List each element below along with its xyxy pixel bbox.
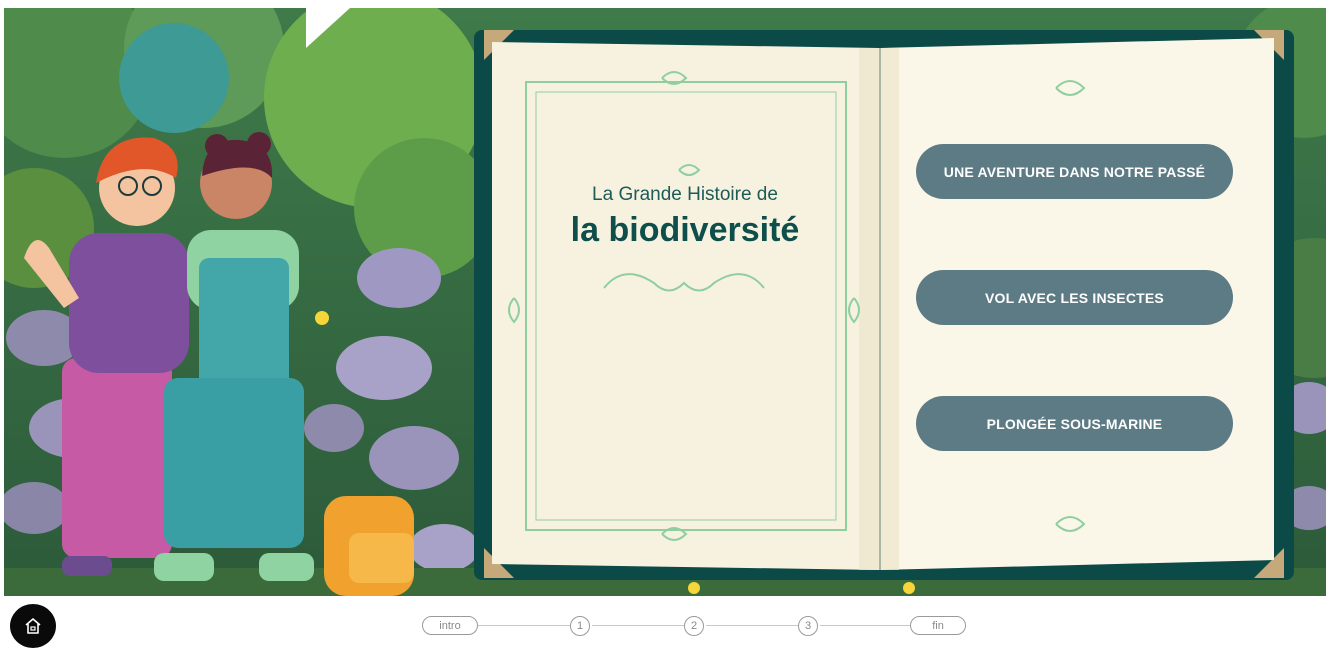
book-title-small: La Grande Histoire de <box>592 184 778 205</box>
step-1[interactable]: 1 <box>570 616 590 636</box>
step-3[interactable]: 3 <box>798 616 818 636</box>
backpack-illustration <box>324 496 414 596</box>
chapter-button-underwater[interactable]: PLONGÉE SOUS-MARINE <box>916 396 1233 451</box>
home-button[interactable] <box>10 604 56 648</box>
home-icon <box>25 618 41 634</box>
progress-stepper: intro 1 2 3 fin <box>420 614 968 638</box>
chapter-button-adventure[interactable]: UNE AVENTURE DANS NOTRE PASSÉ <box>916 144 1233 199</box>
book-title: la biodiversité <box>570 211 800 249</box>
step-fin[interactable]: fin <box>910 616 966 635</box>
chapter-button-insects[interactable]: VOL AVEC LES INSECTES <box>916 270 1233 325</box>
step-intro[interactable]: intro <box>422 616 478 635</box>
step-2[interactable]: 2 <box>684 616 704 636</box>
